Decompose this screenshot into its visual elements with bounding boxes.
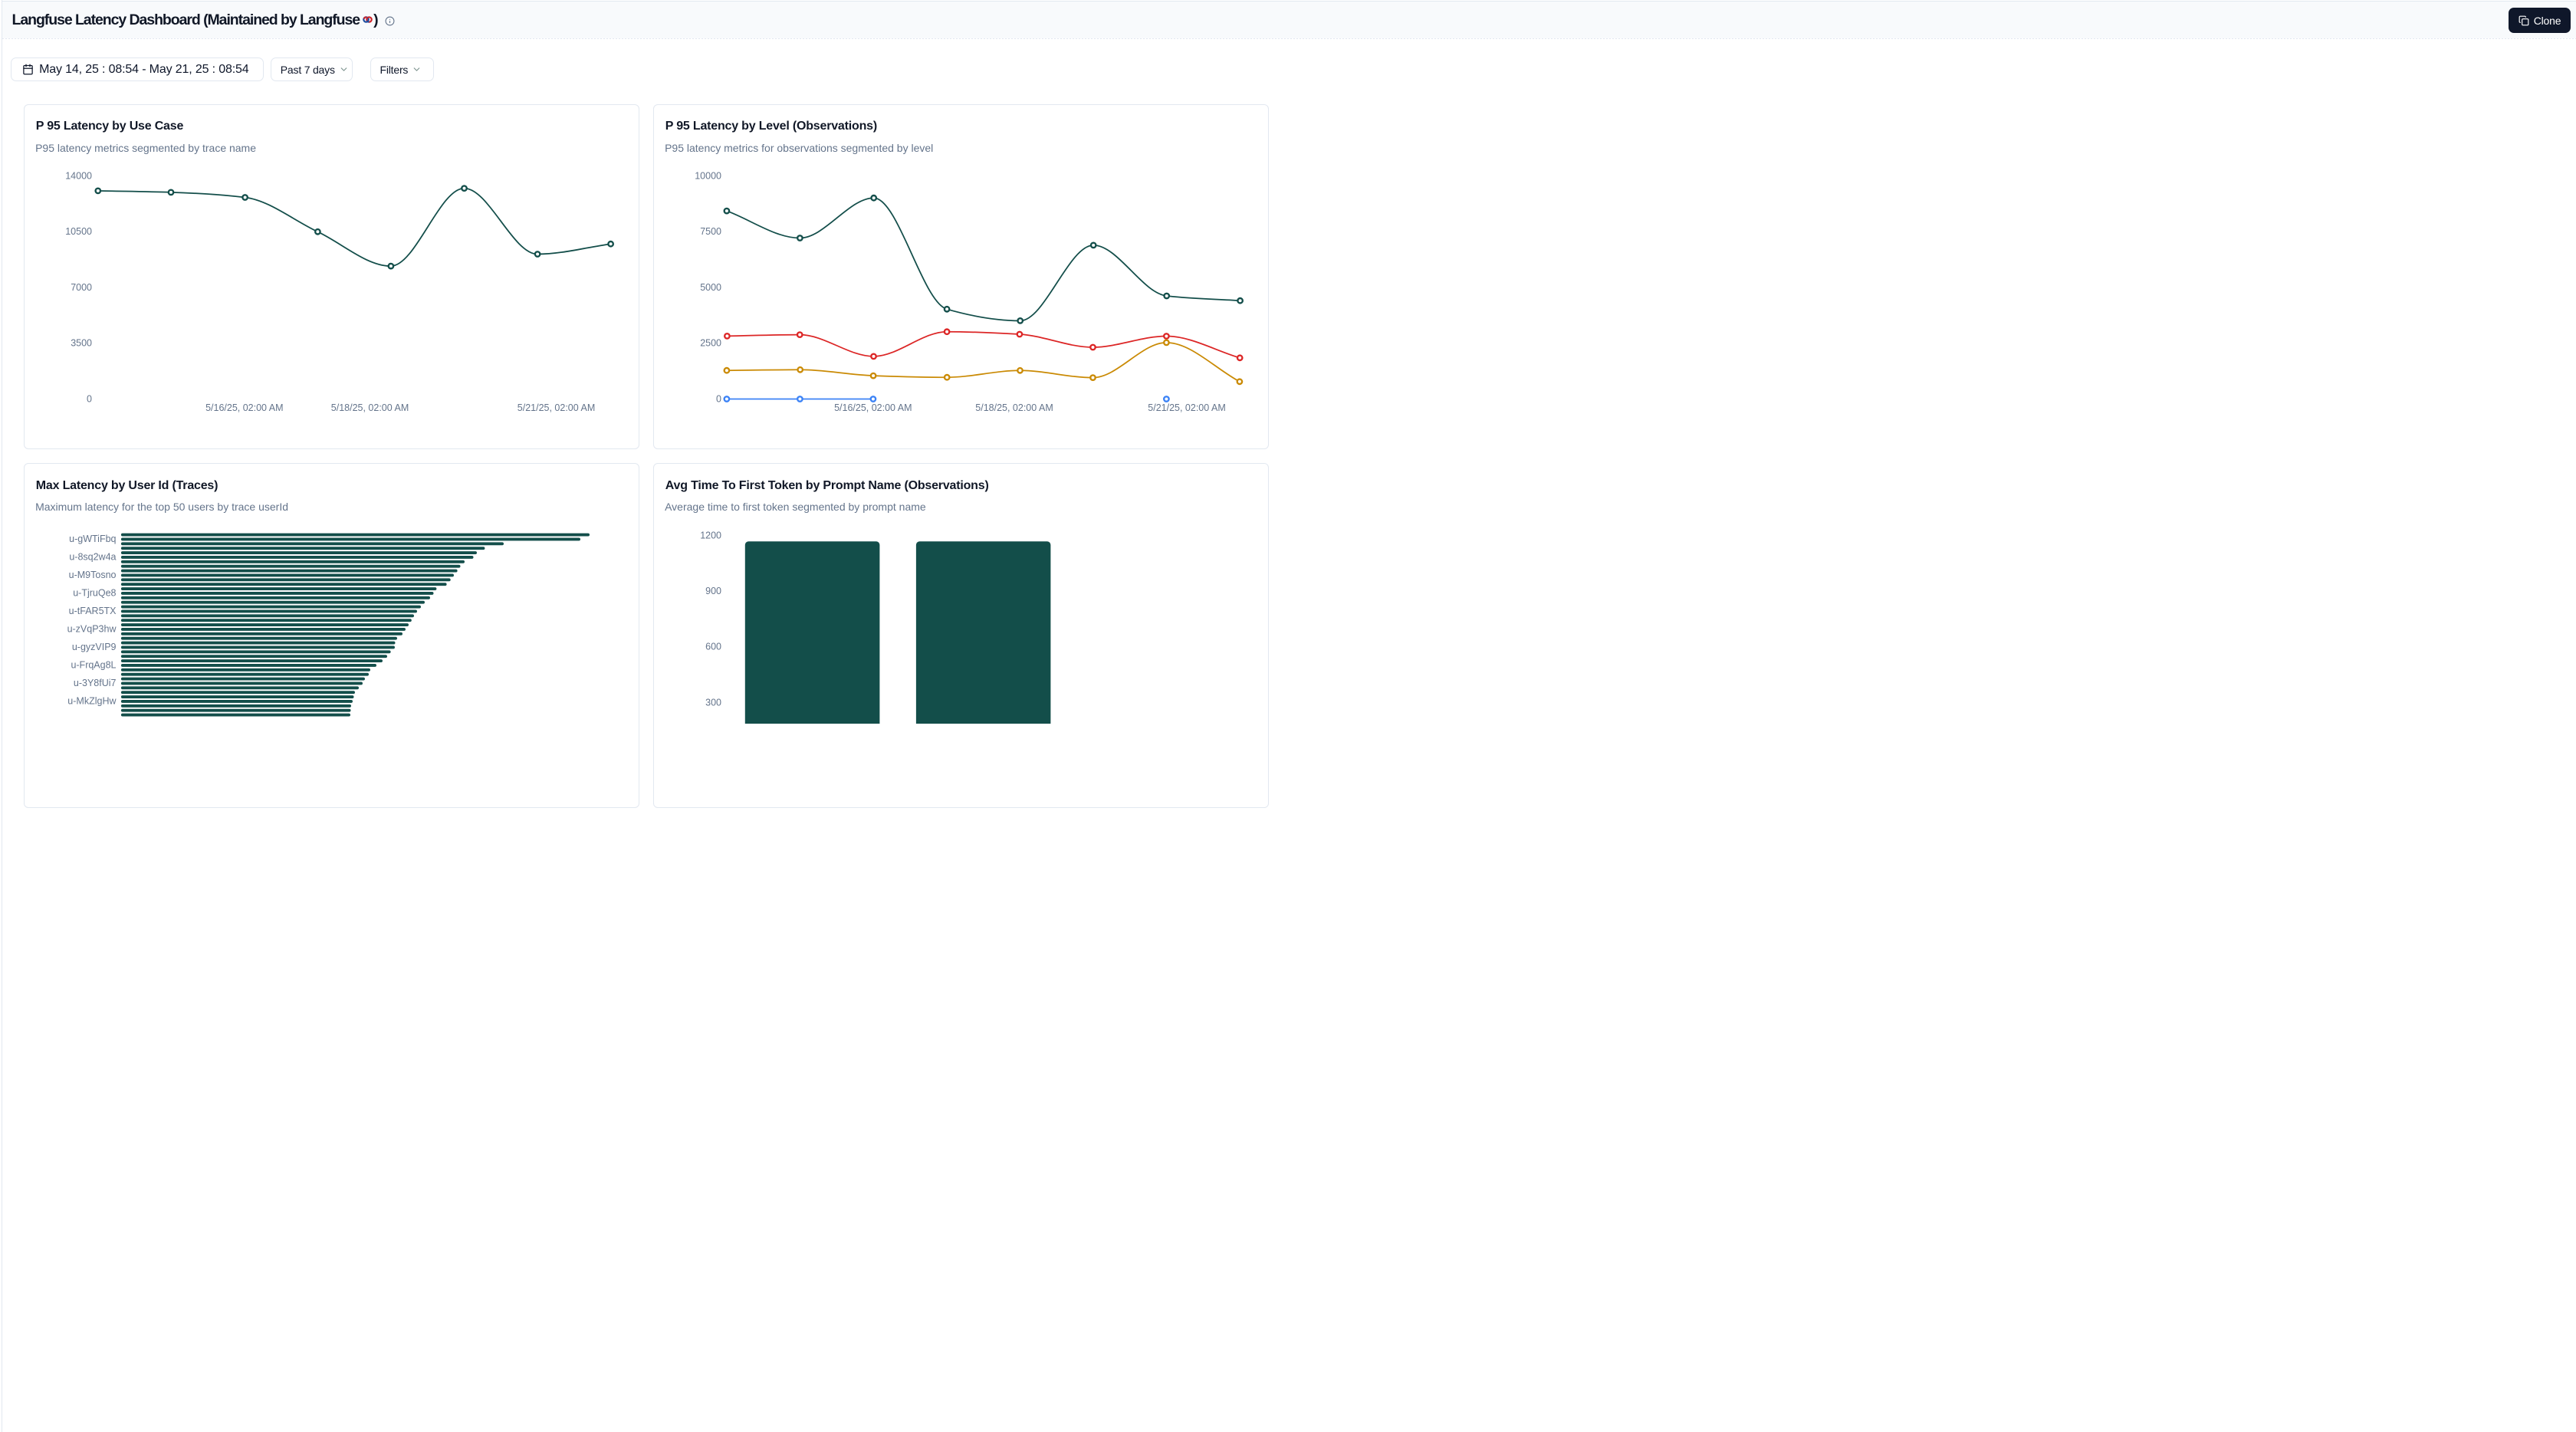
svg-text:u-gyzVIP9: u-gyzVIP9 bbox=[72, 642, 117, 652]
svg-text:u-3Y8fUi7: u-3Y8fUi7 bbox=[74, 678, 117, 688]
svg-text:u-zVqP3hw: u-zVqP3hw bbox=[67, 624, 117, 635]
svg-text:10500: 10500 bbox=[65, 226, 92, 237]
svg-text:0: 0 bbox=[716, 393, 721, 404]
svg-text:10000: 10000 bbox=[695, 170, 721, 181]
svg-text:900: 900 bbox=[705, 586, 721, 596]
svg-text:u-FrqAg8L: u-FrqAg8L bbox=[71, 660, 116, 671]
svg-text:5/18/25, 02:00 AM: 5/18/25, 02:00 AM bbox=[975, 402, 1053, 413]
svg-text:5/16/25, 02:00 AM: 5/16/25, 02:00 AM bbox=[834, 402, 912, 413]
svg-text:u-TjruQe8: u-TjruQe8 bbox=[73, 588, 116, 599]
svg-text:u-gWTiFbq: u-gWTiFbq bbox=[69, 534, 116, 544]
svg-text:u-MkZlgHw: u-MkZlgHw bbox=[67, 696, 117, 707]
svg-text:5000: 5000 bbox=[700, 281, 721, 292]
svg-text:5/16/25, 02:00 AM: 5/16/25, 02:00 AM bbox=[205, 402, 283, 413]
svg-text:0: 0 bbox=[87, 393, 92, 404]
svg-text:7500: 7500 bbox=[700, 226, 721, 237]
svg-text:5/21/25, 02:00 AM: 5/21/25, 02:00 AM bbox=[1148, 402, 1225, 413]
svg-text:7000: 7000 bbox=[71, 281, 92, 292]
svg-text:1200: 1200 bbox=[700, 530, 721, 540]
svg-text:600: 600 bbox=[705, 642, 721, 652]
svg-text:300: 300 bbox=[705, 697, 721, 708]
svg-text:3500: 3500 bbox=[71, 337, 92, 348]
svg-text:5/21/25, 02:00 AM: 5/21/25, 02:00 AM bbox=[518, 402, 595, 413]
svg-text:5/18/25, 02:00 AM: 5/18/25, 02:00 AM bbox=[331, 402, 409, 413]
svg-text:u-M9Tosno: u-M9Tosno bbox=[69, 570, 117, 580]
svg-text:u-8sq2w4a: u-8sq2w4a bbox=[69, 552, 116, 563]
svg-text:u-tFAR5TX: u-tFAR5TX bbox=[69, 606, 117, 616]
svg-text:14000: 14000 bbox=[65, 170, 92, 181]
svg-text:2500: 2500 bbox=[700, 337, 721, 348]
